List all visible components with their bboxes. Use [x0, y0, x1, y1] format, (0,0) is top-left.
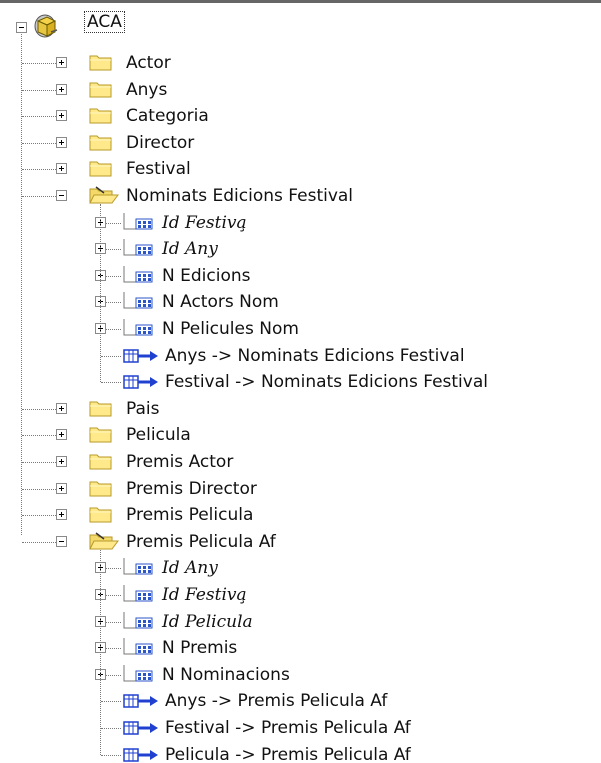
expand-toggle-categoria[interactable] [56, 110, 67, 121]
relationship-icon [122, 372, 160, 397]
table-column-icon [122, 264, 156, 291]
expand-toggle-pais[interactable] [56, 403, 67, 414]
expand-toggle-premis-pelicula[interactable] [56, 509, 67, 520]
table-column-icon [122, 556, 156, 583]
tree-branch-line [101, 356, 121, 357]
folder-icon [88, 52, 114, 77]
tree-branch-line [101, 755, 121, 756]
tree-branch-line [22, 90, 56, 91]
tree-branch-line [22, 116, 56, 117]
tree-guide-line [100, 204, 101, 382]
root-collapse-toggle[interactable] [16, 22, 27, 33]
expand-toggle-festival[interactable] [56, 163, 67, 174]
tree-item-n-pelicules-nom[interactable]: N Pelicules Nom [160, 319, 301, 339]
tree-branch-line [22, 489, 56, 490]
folder-open-icon [88, 531, 122, 556]
tree-branch-line [22, 63, 56, 64]
tree-branch-line [101, 728, 121, 729]
tree-item-id-festiva[interactable]: Id Festiva̧ [160, 585, 249, 605]
table-column-icon [122, 290, 156, 317]
tree-branch-line [22, 462, 56, 463]
folder-icon [88, 158, 114, 183]
tree-guide-line [21, 34, 22, 535]
tree-view: ACA Actor Anys Categoria Director Festival No… [0, 0, 601, 763]
relationship-icon [122, 718, 160, 743]
expand-toggle-director[interactable] [56, 137, 67, 148]
tree-branch-line [101, 382, 121, 383]
tree-branch-line [22, 542, 56, 543]
tree-branch-line [22, 169, 56, 170]
expand-toggle-pelicula[interactable] [56, 429, 67, 440]
tree-item-premis-actor[interactable]: Premis Actor [124, 452, 235, 472]
tree-item-id-any[interactable]: Id Any [160, 239, 220, 259]
tree-item-anys[interactable]: Anys [124, 80, 169, 100]
folder-icon [88, 424, 114, 449]
tree-item-pelicula-premis-pelicula-af[interactable]: Pelicula -> Premis Pelicula Af [163, 745, 413, 763]
tree-item-festival[interactable]: Festival [124, 159, 193, 179]
tree-item-festival-premis-pelicula-af[interactable]: Festival -> Premis Pelicula Af [163, 718, 413, 738]
folder-icon [88, 105, 114, 130]
tree-branch-line [22, 435, 56, 436]
folder-icon [88, 478, 114, 503]
expand-toggle-actor[interactable] [56, 57, 67, 68]
table-column-icon [122, 317, 156, 344]
relationship-icon [122, 346, 160, 371]
folder-icon [88, 132, 114, 157]
tree-branch-line [22, 515, 56, 516]
tree-item-id-festiva[interactable]: Id Festiva̧ [160, 213, 249, 233]
table-column-icon [122, 583, 156, 610]
tree-item-actor[interactable]: Actor [124, 53, 173, 73]
collapse-toggle-premis-pelicula-af[interactable] [56, 536, 67, 547]
expand-toggle-premis-actor[interactable] [56, 456, 67, 467]
tree-item-n-edicions[interactable]: N Edicions [160, 266, 252, 286]
tree-item-premis-pelicula-af[interactable]: Premis Pelicula Af [124, 532, 278, 552]
folder-icon [88, 451, 114, 476]
tree-item-nominats-edicions-festival[interactable]: Nominats Edicions Festival [124, 186, 355, 206]
relationship-icon [122, 691, 160, 716]
tree-branch-line [22, 196, 56, 197]
tree-item-id-any[interactable]: Id Any [160, 558, 220, 578]
tree-item-premis-director[interactable]: Premis Director [124, 479, 259, 499]
database-cube-icon [33, 12, 69, 45]
tree-item-id-pelicula[interactable]: Id Pelicula [160, 612, 255, 632]
tree-item-categoria[interactable]: Categoria [124, 106, 211, 126]
table-column-icon [122, 610, 156, 637]
folder-icon [88, 398, 114, 423]
tree-item-pais[interactable]: Pais [124, 399, 162, 419]
folder-icon [88, 504, 114, 529]
tree-item-festival-nominats-edicions-festival[interactable]: Festival -> Nominats Edicions Festival [163, 372, 490, 392]
tree-item-anys-premis-pelicula-af[interactable]: Anys -> Premis Pelicula Af [163, 691, 389, 711]
tree-item-director[interactable]: Director [124, 133, 196, 153]
tree-item-pelicula[interactable]: Pelicula [124, 425, 193, 445]
relationship-icon [122, 745, 160, 763]
table-column-icon [122, 663, 156, 690]
tree-item-anys-nominats-edicions-festival[interactable]: Anys -> Nominats Edicions Festival [163, 346, 467, 366]
root-label[interactable]: ACA [84, 11, 125, 33]
table-column-icon [122, 636, 156, 663]
expand-toggle-premis-director[interactable] [56, 483, 67, 494]
tree-branch-line [22, 409, 56, 410]
tree-branch-line [101, 701, 121, 702]
tree-item-n-premis[interactable]: N Premis [160, 638, 239, 658]
tree-item-n-actors-nom[interactable]: N Actors Nom [160, 292, 281, 312]
tree-guide-line [100, 550, 101, 755]
tree-branch-line [22, 143, 56, 144]
tree-item-premis-pelicula[interactable]: Premis Pelicula [124, 505, 255, 525]
table-column-icon [122, 211, 156, 238]
folder-open-icon [88, 185, 122, 210]
tree-item-n-nominacions[interactable]: N Nominacions [160, 665, 292, 685]
collapse-toggle-nominats-edicions-festival[interactable] [56, 190, 67, 201]
folder-icon [88, 79, 114, 104]
expand-toggle-anys[interactable] [56, 84, 67, 95]
table-column-icon [122, 237, 156, 264]
